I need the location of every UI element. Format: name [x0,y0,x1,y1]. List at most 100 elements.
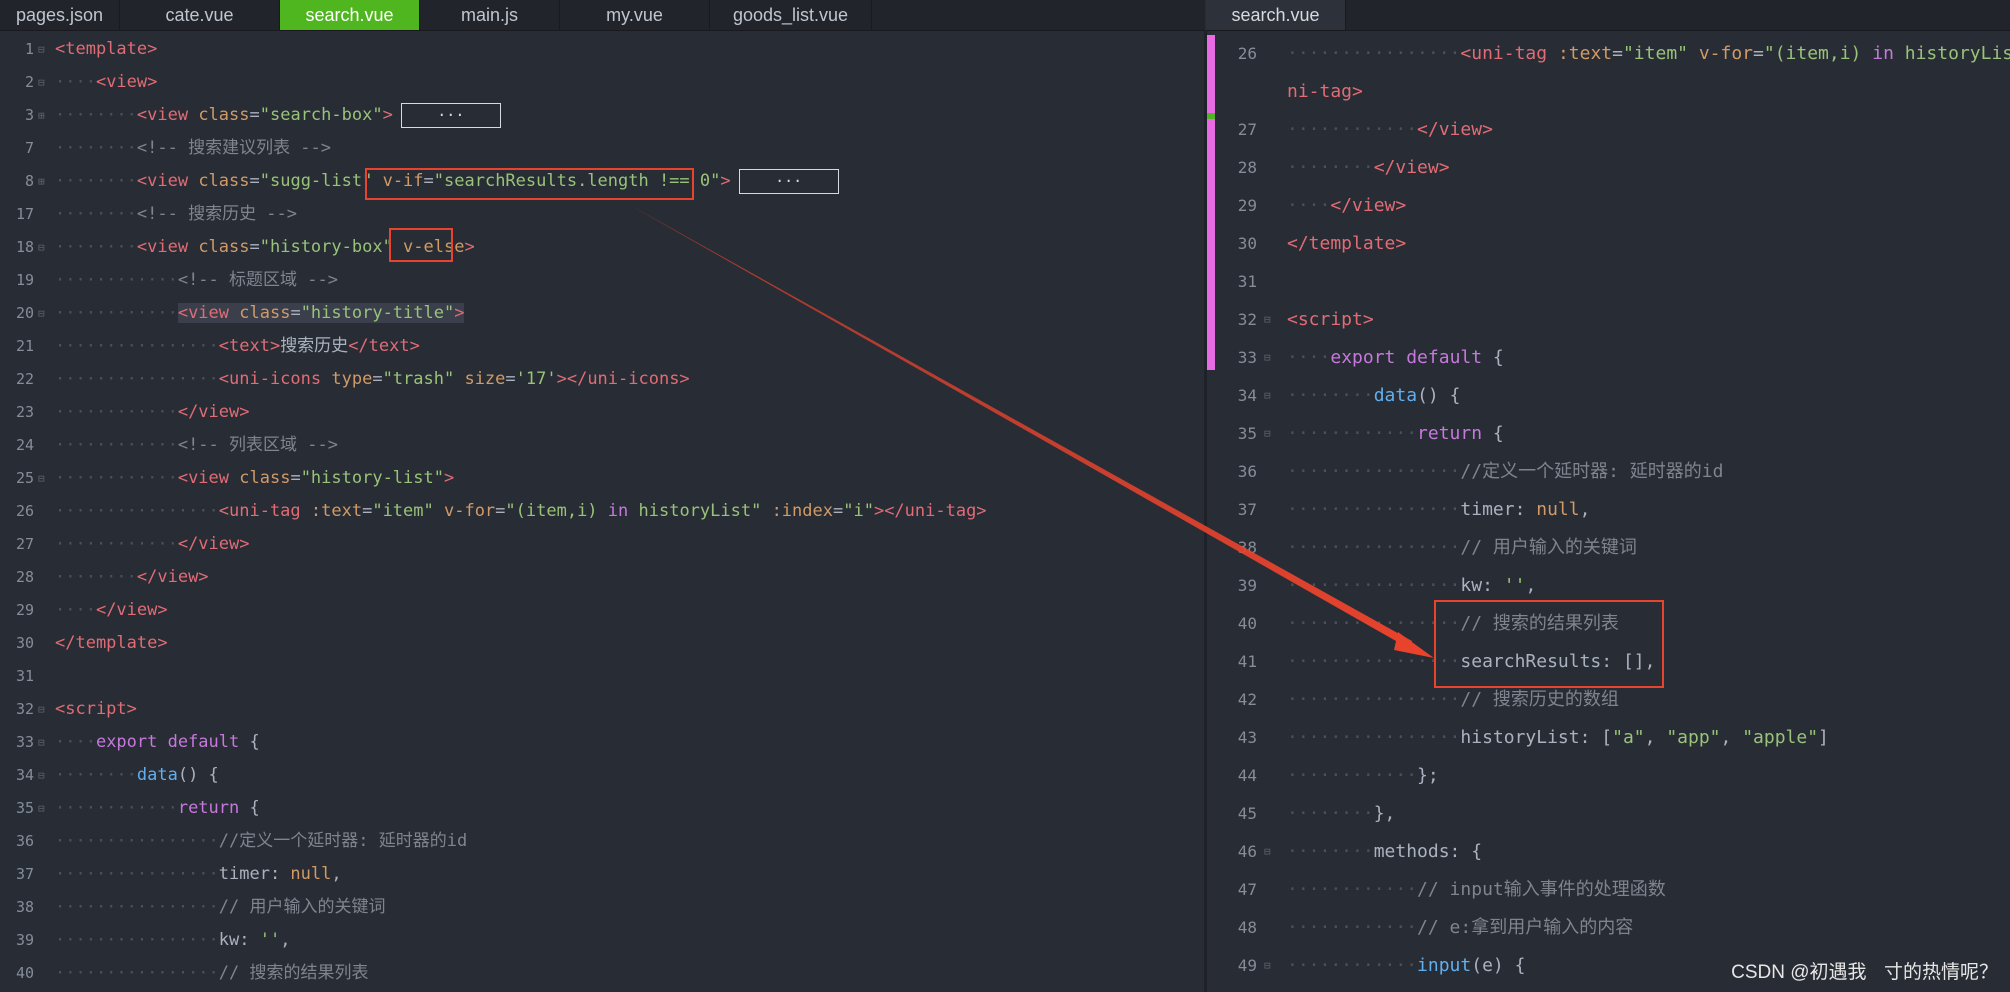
collapsed-region-button[interactable]: ··· [738,168,839,194]
code-line[interactable]: 38 ················// 用户输入的关键词 [1207,529,2010,567]
code-token: () { [1417,385,1461,406]
code-line[interactable]: 40 ················// 搜索的结果列表 [0,957,1204,990]
code-line[interactable]: 28 ········</view> [1207,149,2010,187]
code-line[interactable]: 37 ················timer: null, [1207,491,2010,529]
code-line[interactable]: 30 </template> [1207,225,2010,263]
code-line[interactable]: 8 ⊞ ········<view class="sugg-list" v-if="… [0,165,1204,198]
code-line[interactable]: 44 ············}; [1207,757,2010,795]
whitespace-guide: ············ [1287,955,1418,976]
code-line[interactable]: 3 ⊞ ········<view class="search-box"> ··· [0,99,1204,132]
code-line[interactable]: 48 ············// e:拿到用户输入的内容 [1207,909,2010,947]
code-line[interactable]: 38 ················// 用户输入的关键词 [0,891,1204,924]
fold-toggle-icon[interactable]: ⊞ [38,99,45,132]
code-token: methods: { [1373,841,1483,862]
code-line[interactable]: 17 ········<!-- 搜索历史 --> [0,198,1204,231]
code-line[interactable]: 22 ················<uni-icons type="trash… [0,363,1204,396]
whitespace-guide: ········ [1287,157,1374,178]
code-line[interactable]: 32 ⊟ <script> [0,693,1204,726]
fold-toggle-icon[interactable]: ⊟ [38,693,45,726]
code-token: > [382,105,393,125]
code-token: = [290,468,301,488]
editor-pane-left[interactable]: 1 ⊟ <template> 2 ⊟ ····<view> 3 ⊞ ········<view … [0,31,1204,992]
code-line[interactable]: 31 [0,660,1204,693]
fold-toggle-icon[interactable]: ⊟ [1264,377,1271,415]
fold-toggle-icon[interactable]: ⊟ [1264,339,1271,377]
fold-toggle-icon[interactable]: ⊟ [38,726,45,759]
code-token: // 搜索的结果列表 [218,963,369,983]
code-line[interactable]: ni-tag> [1207,73,2010,111]
code-line[interactable]: 37 ················timer: null, [0,858,1204,891]
code-token: }, [1373,803,1396,824]
code-line[interactable]: 33 ⊟ ····export default { [0,726,1204,759]
code-line[interactable]: 2 ⊟ ····<view> [0,66,1204,99]
code-line[interactable]: 24 ············<!-- 列表区域 --> [0,429,1204,462]
code-line[interactable]: 25 ⊟ ············<view class="history-list… [0,462,1204,495]
code-token: return [177,798,250,818]
code-line[interactable]: 27 ············</view> [0,528,1204,561]
code-token: <view [136,105,199,125]
code-line[interactable]: 30 </template> [0,627,1204,660]
code-token: "history-box" [259,237,404,257]
code-line[interactable]: 29 ····</view> [1207,187,2010,225]
code-line[interactable]: 36 ················//定义一个延时器: 延时器的id [1207,453,2010,491]
code-line[interactable]: 46 ⊟ ········methods: { [1207,833,2010,871]
code-line[interactable]: 36 ················//定义一个延时器: 延时器的id [0,825,1204,858]
code-line[interactable]: 26 ················<uni-tag :text="item" … [0,495,1204,528]
fold-toggle-icon[interactable]: ⊟ [38,297,45,330]
code-line[interactable]: 34 ⊟ ········data() { [0,759,1204,792]
code-line[interactable]: 42 ················// 搜索历史的数组 [1207,681,2010,719]
fold-toggle-icon[interactable]: ⊟ [38,792,45,825]
code-line[interactable]: 31 [1207,263,2010,301]
tab-main-js[interactable]: main.js [420,0,560,30]
code-line[interactable]: 7 ········<!-- 搜索建议列表 --> [0,132,1204,165]
tab-cate-vue[interactable]: cate.vue [120,0,280,30]
tab-goods-list-vue[interactable]: goods_list.vue [710,0,872,30]
code-token: , [1644,727,1667,748]
code-text: <script> [55,693,137,726]
fold-toggle-icon[interactable]: ⊟ [1264,301,1271,339]
code-line[interactable]: 34 ⊟ ········data() { [1207,377,2010,415]
code-text: ················timer: null, [1287,491,1590,529]
fold-toggle-icon[interactable]: ⊟ [38,66,45,99]
code-line[interactable]: 32 ⊟ <script> [1207,301,2010,339]
tab-my-vue[interactable]: my.vue [560,0,710,30]
code-line[interactable]: 47 ············// input输入事件的处理函数 [1207,871,2010,909]
code-line[interactable]: 26 ················<uni-tag :text="item" … [1207,35,2010,73]
code-line[interactable]: 39 ················kw: '', [1207,567,2010,605]
code-line[interactable]: 40 ················// 搜索的结果列表 [1207,605,2010,643]
code-line[interactable]: 19 ············<!-- 标题区域 --> [0,264,1204,297]
code-line[interactable]: 45 ········}, [1207,795,2010,833]
line-number: 8 [24,172,34,190]
code-line[interactable]: 35 ⊟ ············return { [1207,415,2010,453]
code-token: </view> [1417,119,1493,140]
tab-pages-json[interactable]: pages.json [0,0,120,30]
code-line[interactable]: 39 ················kw: '', [0,924,1204,957]
fold-toggle-icon[interactable]: ⊞ [38,165,45,198]
fold-toggle-icon[interactable]: ⊟ [38,462,45,495]
code-line[interactable]: 35 ⊟ ············return { [0,792,1204,825]
code-line[interactable]: 18 ⊟ ········<view class="history-box" v-e… [0,231,1204,264]
whitespace-guide: ············ [55,402,178,422]
fold-toggle-icon[interactable]: ⊟ [38,231,45,264]
fold-toggle-icon[interactable]: ⊟ [1264,833,1271,871]
code-line[interactable]: 27 ············</view> [1207,111,2010,149]
code-line[interactable]: 20 ⊟ ············<view class="history-titl… [0,297,1204,330]
code-line[interactable]: 43 ················historyList: ["a", "ap… [1207,719,2010,757]
code-line[interactable]: 1 ⊟ <template> [0,33,1204,66]
collapsed-region-button[interactable]: ··· [400,102,501,128]
code-line[interactable]: 21 ················<text>搜索历史</text> [0,330,1204,363]
fold-toggle-icon[interactable]: ⊟ [38,33,45,66]
fold-toggle-icon[interactable]: ⊟ [1264,415,1271,453]
code-text: ················// 用户输入的关键词 [55,891,385,924]
editor-pane-right[interactable]: 26 ················<uni-tag :text="item" … [1207,31,2010,992]
fold-toggle-icon[interactable]: ⊟ [38,759,45,792]
fold-toggle-icon[interactable]: ⊟ [1264,947,1271,985]
code-line[interactable]: 29 ····</view> [0,594,1204,627]
code-line[interactable]: 23 ············</view> [0,396,1204,429]
code-line[interactable]: 33 ⊟ ····export default { [1207,339,2010,377]
tab-search-vue-split[interactable]: search.vue [1206,0,1346,30]
whitespace-guide: ················ [55,930,219,950]
tab-search-vue[interactable]: search.vue [280,0,420,30]
code-line[interactable]: 41 ················searchResults: [], [1207,643,2010,681]
code-line[interactable]: 28 ········</view> [0,561,1204,594]
